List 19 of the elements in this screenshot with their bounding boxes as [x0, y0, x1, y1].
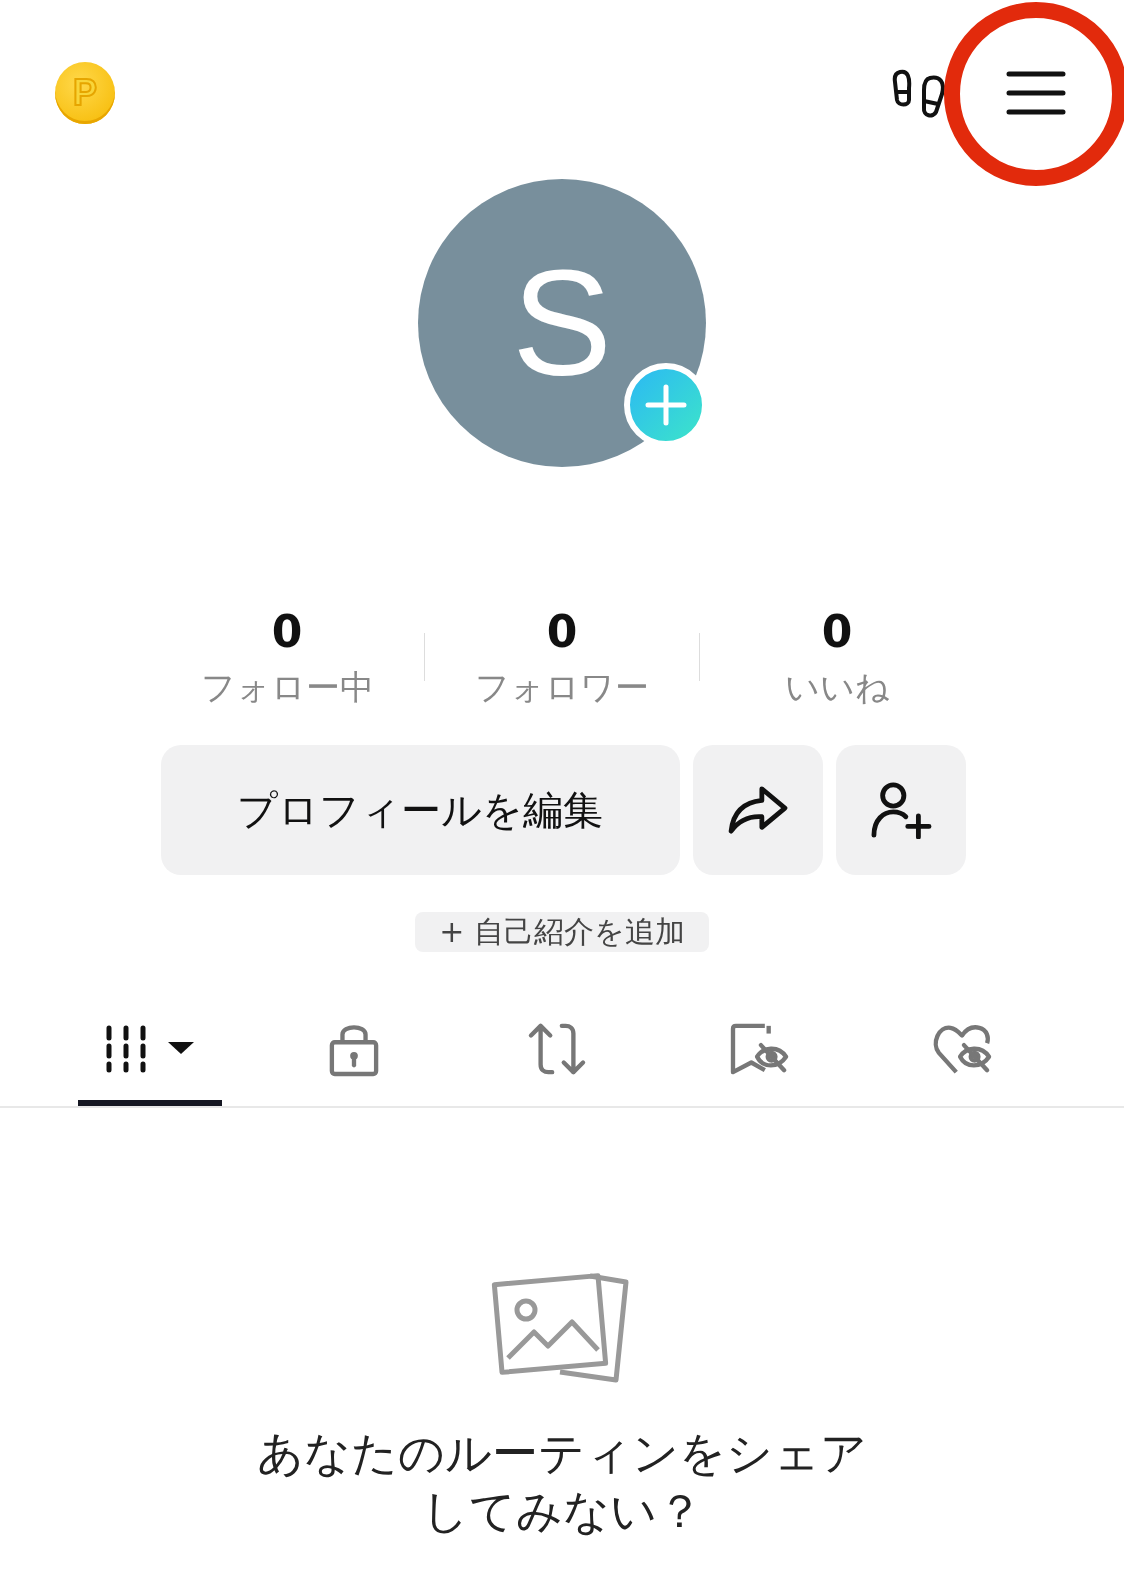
- add-person-icon: [869, 781, 932, 839]
- bookmark-hidden-icon: [729, 1022, 790, 1076]
- stat-label[interactable]: フォロー中: [200, 665, 374, 709]
- avatar[interactable]: S: [418, 179, 706, 467]
- empty-message: あなたのルーティンをシェア してみない？: [257, 1425, 867, 1540]
- stat-label[interactable]: いいね: [784, 665, 890, 709]
- repost-icon: [526, 1022, 587, 1076]
- stat-count: 0: [271, 605, 303, 659]
- heart-hidden-icon: [932, 1022, 993, 1076]
- stat-label[interactable]: フォロワー: [475, 665, 649, 709]
- stat-count: 0: [821, 605, 853, 659]
- share-icon: [726, 785, 789, 835]
- menu-icon[interactable]: [1006, 69, 1066, 116]
- add-friend-button[interactable]: [835, 745, 966, 875]
- stat-count: 0: [546, 605, 578, 659]
- share-button[interactable]: [692, 745, 823, 875]
- edit-profile-button[interactable]: プロフィールを編集: [160, 745, 680, 875]
- grid-dropdown-icon: [104, 1024, 196, 1074]
- add-bio-button[interactable]: + 自己紹介を追加: [415, 912, 709, 952]
